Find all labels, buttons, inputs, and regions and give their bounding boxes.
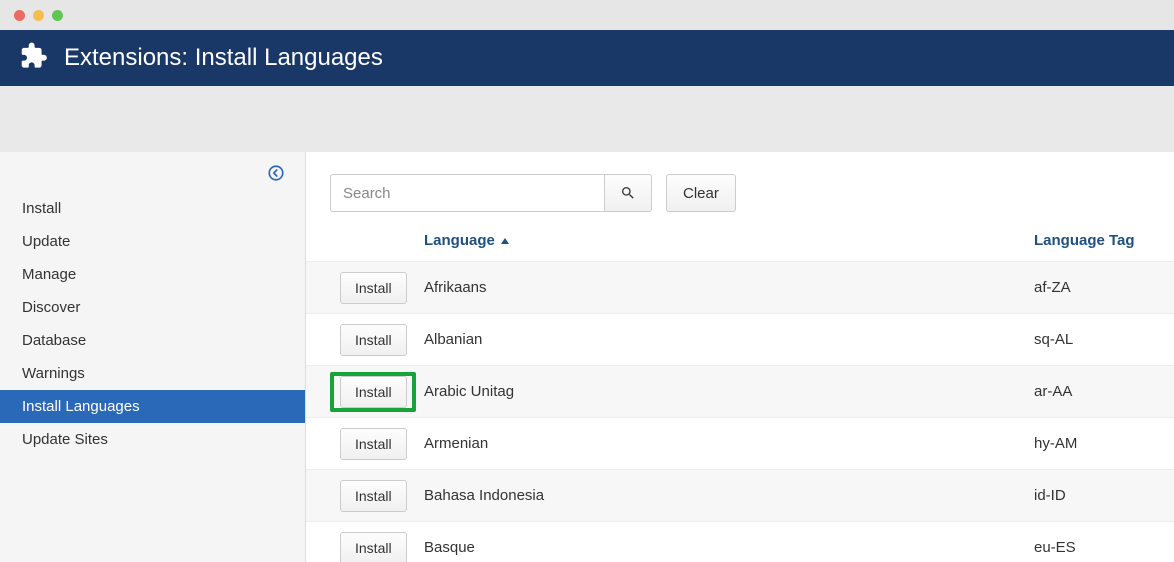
table-row: Install Bahasa Indonesiaid-ID <box>306 469 1174 521</box>
clear-button[interactable]: Clear <box>666 174 736 212</box>
install-cell: Install <box>306 480 424 512</box>
install-cell: Install <box>306 324 424 356</box>
sidebar-item-database[interactable]: Database <box>0 324 305 357</box>
install-cell: Install <box>306 272 424 304</box>
language-tag-cell: af-ZA <box>1034 279 1174 296</box>
language-cell: Afrikaans <box>424 279 1034 296</box>
search-input[interactable] <box>330 174 604 212</box>
sidebar-item-discover[interactable]: Discover <box>0 291 305 324</box>
window-titlebar <box>0 0 1174 30</box>
window-minimize-dot[interactable] <box>33 10 44 21</box>
language-cell: Armenian <box>424 435 1034 452</box>
install-cell: Install <box>306 428 424 460</box>
page-title: Extensions: Install Languages <box>64 44 383 72</box>
search-icon <box>620 185 636 201</box>
sidebar-item-install[interactable]: Install <box>0 192 305 225</box>
language-tag-cell: id-ID <box>1034 487 1174 504</box>
main-content: Clear Language Language Tag Install Afrik… <box>306 152 1174 562</box>
sidebar-item-update[interactable]: Update <box>0 225 305 258</box>
sidebar: InstallUpdateManageDiscoverDatabaseWarni… <box>0 152 306 562</box>
puzzle-icon <box>20 42 48 75</box>
install-button[interactable]: Install <box>340 480 407 512</box>
language-tag-cell: hy-AM <box>1034 435 1174 452</box>
table-row: Install Arabic Unitagar-AA <box>306 365 1174 417</box>
page-header: Extensions: Install Languages <box>0 30 1174 86</box>
install-cell: Install <box>306 532 424 562</box>
th-language[interactable]: Language <box>424 232 1034 249</box>
sidebar-item-warnings[interactable]: Warnings <box>0 357 305 390</box>
window-close-dot[interactable] <box>14 10 25 21</box>
language-tag-cell: eu-ES <box>1034 539 1174 556</box>
language-cell: Bahasa Indonesia <box>424 487 1034 504</box>
install-button[interactable]: Install <box>340 428 407 460</box>
install-button[interactable]: Install <box>340 324 407 356</box>
table-row: Install Basqueeu-ES <box>306 521 1174 562</box>
th-language-label: Language <box>424 232 495 249</box>
search-button[interactable] <box>604 174 652 212</box>
collapse-sidebar-icon[interactable] <box>267 164 285 182</box>
table-row: Install Armenianhy-AM <box>306 417 1174 469</box>
sidebar-item-manage[interactable]: Manage <box>0 258 305 291</box>
install-button[interactable]: Install <box>340 272 407 304</box>
language-tag-cell: sq-AL <box>1034 331 1174 348</box>
install-cell: Install <box>306 376 424 408</box>
window-zoom-dot[interactable] <box>52 10 63 21</box>
table-row: Install Afrikaansaf-ZA <box>306 261 1174 313</box>
toolbar-spacer <box>0 86 1174 152</box>
language-cell: Albanian <box>424 331 1034 348</box>
th-language-tag[interactable]: Language Tag <box>1034 232 1174 249</box>
install-button[interactable]: Install <box>340 532 407 562</box>
install-button[interactable]: Install <box>340 376 407 408</box>
search-toolbar: Clear <box>330 174 1174 232</box>
sidebar-item-update-sites[interactable]: Update Sites <box>0 423 305 456</box>
language-cell: Basque <box>424 539 1034 556</box>
table-row: Install Albaniansq-AL <box>306 313 1174 365</box>
language-tag-cell: ar-AA <box>1034 383 1174 400</box>
sort-ascending-icon <box>501 238 509 244</box>
table-header-row: Language Language Tag <box>306 232 1174 261</box>
sidebar-item-install-languages[interactable]: Install Languages <box>0 390 305 423</box>
language-cell: Arabic Unitag <box>424 383 1034 400</box>
